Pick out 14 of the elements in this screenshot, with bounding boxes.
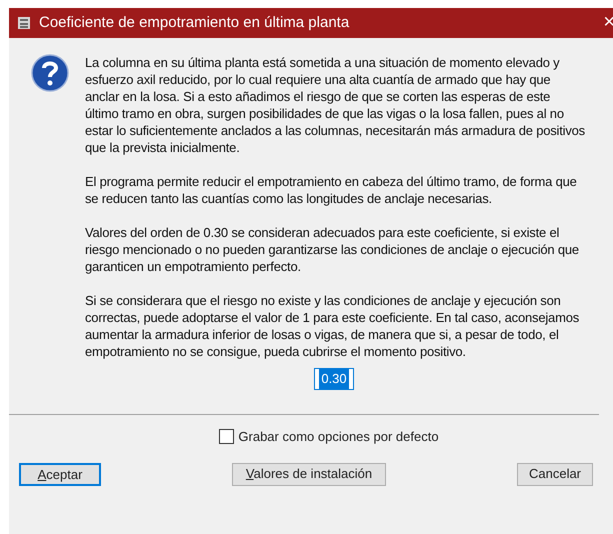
question-icon [31,54,69,92]
message-paragraph: Si se considerara que el riesgo no existe y las condiciones de anclaje y ejecución son correctas, puede adoptarse el valor de 1 para este coeficiente. En tal caso, aconsejamos aumentar la armadura inferior de losas o vigas, de manera que si, a pesar de todo, el empotramiento no se consigue, pueda cubrirse el momento positivo. [85,292,580,360]
dialog-button[interactable]: Aceptar [19,462,101,486]
message-paragraph: La columna en su última planta está sometida a una situación de momento elevado y esfuerzo axil reducido, por lo cual requiere una alta cuantía de armado que hay que anclar en la losa. Si a esto añadimos el riesgo de que se corten las esperas de este último tramo en obra, surgen posibilidades de que las vigas o la losa fallen, pues al no estar lo suficientemente anclados a las columnas, necesitarán más armadura de positivos que la prevista inicialmente. [85,54,585,156]
dialog-button[interactable]: Valores de instalación [232,462,386,486]
message-paragraph: El programa permite reducir el empotramiento en cabeza del último tramo, de forma que se reducen tanto las cuantías como las longitudes de anclaje necesarias. [85,173,578,207]
app-icon [17,16,31,30]
window-title: Coeficiente de empotramiento en última planta [39,12,350,33]
checkbox[interactable] [219,429,234,444]
coefficient-field[interactable]: 0.30 [314,368,354,390]
field-value: 0.30 [319,369,349,389]
dialog-button[interactable]: Cancelar [517,462,593,486]
checkbox-label: Grabar como opciones por defecto [238,428,439,446]
message-paragraph: Valores del orden de 0.30 se consideran adecuados para este coeficiente, si existe el riesgo mencionado o no pueden garantizarse las condiciones de anclaje o ejecución que garanticen un empotramiento perfecto. [85,224,580,275]
